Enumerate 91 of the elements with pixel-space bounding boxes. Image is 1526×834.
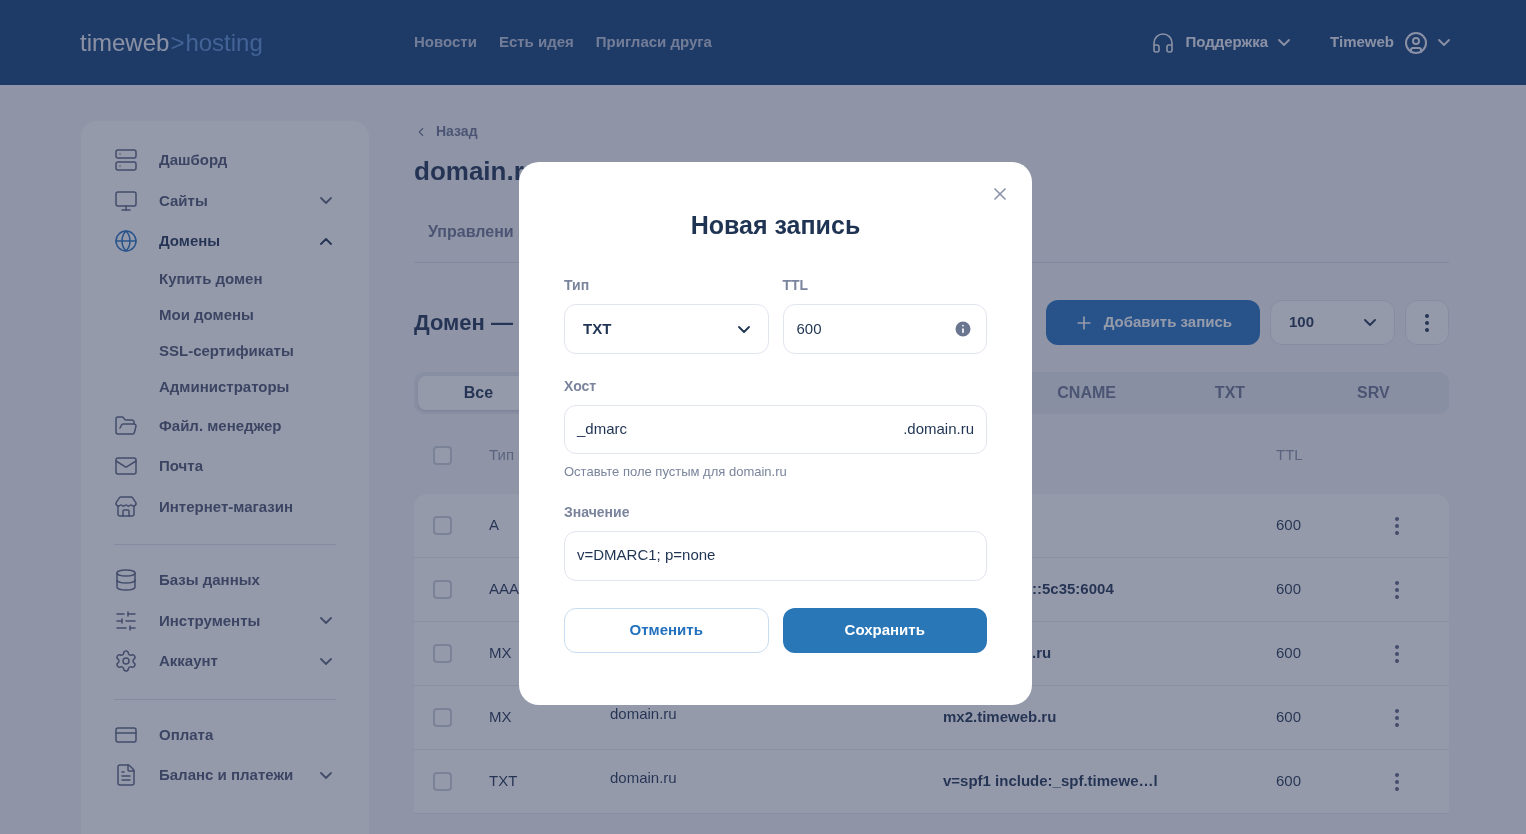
sidebar-item[interactable]: Баланс и платежи xyxy=(114,763,320,788)
submenu-item[interactable]: SSL-сертификаты xyxy=(159,333,336,370)
table-cell-text: AAA xyxy=(489,579,519,600)
submenu-item[interactable]: Администраторы xyxy=(159,369,336,406)
table-cell-text: MX xyxy=(489,643,512,664)
chevron-down-icon xyxy=(1364,319,1376,326)
table-cell-text: mx2.timeweb.ru xyxy=(943,707,1057,728)
table-cell-text: 600 xyxy=(1276,771,1302,792)
checkbox[interactable] xyxy=(433,516,452,535)
table-cell-text: ::5c35:6004 xyxy=(1031,579,1114,600)
dialog-title: Новая запись xyxy=(690,210,861,241)
nav-link[interactable]: Пригласи друга xyxy=(595,31,712,54)
field-label: Хост xyxy=(564,377,597,396)
sidebar-item[interactable]: Оплата xyxy=(114,722,336,747)
more-icon[interactable] xyxy=(1395,644,1399,663)
value-field[interactable]: v=DMARC1; p=none xyxy=(564,530,987,581)
document-icon xyxy=(114,763,138,788)
headset-icon xyxy=(1151,30,1176,55)
more-button[interactable] xyxy=(1405,300,1449,345)
page-size-select[interactable]: 100 xyxy=(1270,300,1395,345)
globe-icon xyxy=(114,229,138,254)
section-title: Домен — xyxy=(414,309,513,337)
submenu-item[interactable]: Мои домены xyxy=(159,297,336,334)
sidebar-item[interactable]: Интернет-магазин xyxy=(114,494,336,519)
filter-tab[interactable]: SRV xyxy=(1301,376,1445,410)
table-cell-text: 600 xyxy=(1276,643,1302,664)
more-icon[interactable] xyxy=(1395,708,1399,727)
table-cell-text: 600 xyxy=(1276,707,1302,728)
checkbox[interactable] xyxy=(433,445,452,465)
ttl-field[interactable]: 600 xyxy=(782,304,987,354)
chevron-down-icon[interactable] xyxy=(320,657,332,665)
chevron-down-icon[interactable] xyxy=(320,617,332,625)
table-cell-text: v=spf1 include:_spf.timewe…l xyxy=(943,771,1158,792)
info-icon[interactable] xyxy=(953,319,973,339)
user-avatar-icon xyxy=(1404,30,1428,55)
host-field[interactable]: _dmarc .domain.ru xyxy=(564,405,987,454)
more-icon[interactable] xyxy=(1395,580,1399,599)
table-cell-text: A xyxy=(489,515,499,536)
save-button[interactable]: Сохранить xyxy=(782,607,987,653)
table-cell-text: 600 xyxy=(1276,515,1302,536)
more-icon[interactable] xyxy=(1395,772,1399,791)
page-title: domain.r xyxy=(414,156,525,186)
account-menu[interactable]: Timeweb xyxy=(1330,30,1450,55)
sidebar-item[interactable]: Файл. менеджер xyxy=(114,413,336,438)
field-label: Тип xyxy=(564,276,590,295)
checkbox[interactable] xyxy=(433,644,452,663)
type-select[interactable]: TXT xyxy=(564,304,769,354)
store-icon xyxy=(114,494,138,519)
add-record-button[interactable]: Добавить запись xyxy=(1045,300,1260,345)
table-cell-text: .ru xyxy=(1031,643,1052,664)
sidebar-item[interactable]: Аккаунт xyxy=(114,649,320,674)
page-tab[interactable]: Управлени xyxy=(428,223,514,240)
server-icon xyxy=(114,148,138,173)
checkbox[interactable] xyxy=(433,580,452,599)
chevron-down-icon[interactable] xyxy=(320,197,332,205)
chevron-down-icon xyxy=(1438,39,1450,46)
checkbox[interactable] xyxy=(433,708,452,727)
back-link[interactable]: Назад xyxy=(414,121,478,142)
sidebar-item[interactable]: Домены xyxy=(114,229,320,254)
checkbox[interactable] xyxy=(433,772,452,791)
sliders-icon xyxy=(114,608,138,633)
nav-link[interactable]: Есть идея xyxy=(498,31,574,54)
more-icon[interactable] xyxy=(1395,516,1399,535)
more-icon xyxy=(1425,313,1429,332)
filter-tab[interactable]: CNAME xyxy=(1014,376,1159,410)
field-label: Значение xyxy=(564,502,630,522)
field-hint: Оставьте поле пустым для domain.ru xyxy=(564,463,787,481)
table-cell-text: 600 xyxy=(1276,579,1302,600)
database-icon xyxy=(114,568,138,593)
chevron-down-icon[interactable] xyxy=(320,771,332,779)
submenu-item[interactable]: Купить домен xyxy=(159,261,336,298)
table-cell-text: domain.ru xyxy=(610,704,677,725)
cancel-button[interactable]: Отменить xyxy=(564,607,769,653)
sidebar-item[interactable]: Дашборд xyxy=(114,148,336,173)
table-cell-text: TXT xyxy=(489,771,518,792)
folder-icon xyxy=(114,413,138,438)
support-menu[interactable]: Поддержка xyxy=(1151,30,1291,55)
sidebar-item[interactable]: Сайты xyxy=(114,188,320,213)
settings-icon xyxy=(114,649,138,674)
filter-tab[interactable]: TXT xyxy=(1158,376,1302,410)
chevron-down-icon xyxy=(1278,39,1291,46)
sidebar-item[interactable]: Базы данных xyxy=(114,568,336,593)
chevron-down-icon xyxy=(737,325,750,333)
chevron-up-icon[interactable] xyxy=(320,237,332,245)
table-cell-text: domain.ru xyxy=(610,768,677,789)
monitor-icon xyxy=(114,188,138,213)
table-cell-text: MX xyxy=(489,707,512,728)
nav-link[interactable]: Новости xyxy=(414,31,477,54)
sidebar-item[interactable]: Инструменты xyxy=(114,608,320,633)
sidebar-item[interactable]: Почта xyxy=(114,454,336,479)
field-label: TTL xyxy=(782,276,809,295)
